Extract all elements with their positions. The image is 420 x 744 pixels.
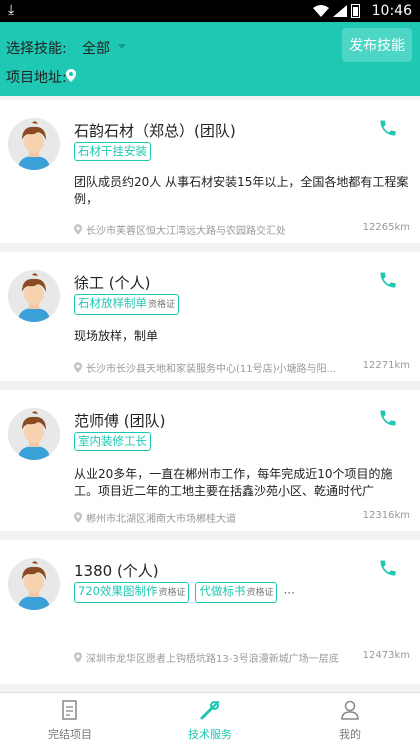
publish-skill-button[interactable]: 发布技能	[342, 28, 412, 62]
skill-tag: 石材干挂安装	[74, 142, 151, 161]
avatar-icon	[8, 408, 60, 460]
provider-name: 石韵石材（郑总）(团队)	[74, 122, 236, 140]
phone-icon[interactable]	[378, 408, 398, 432]
skill-tag: 室内装修工长	[74, 432, 151, 451]
location-pin-icon	[74, 512, 82, 523]
phone-icon[interactable]	[378, 558, 398, 582]
provider-distance: 12473km	[362, 650, 410, 661]
tab-label: 我的	[339, 728, 361, 741]
wifi-icon	[313, 5, 329, 17]
location-pin-icon[interactable]	[66, 69, 76, 82]
tab-label: 完结项目	[48, 728, 92, 741]
avatar-icon	[8, 270, 60, 322]
provider-name: 范师傅 (团队)	[74, 412, 166, 430]
chevron-down-icon[interactable]	[118, 44, 126, 49]
avatar	[8, 118, 60, 170]
phone-icon[interactable]	[378, 118, 398, 142]
tools-icon	[200, 700, 220, 720]
more-tags-indicator: ···	[283, 585, 295, 600]
provider-card[interactable]: 范师傅 (团队) 室内装修工长 从业20多年，一直在郴州市工作，每年完成近10个…	[0, 390, 420, 531]
cert-label: 资格证	[148, 300, 176, 310]
address-label: 项目地址:	[6, 70, 67, 86]
status-icons	[313, 4, 360, 18]
tab-completed-projects[interactable]: 完结项目	[0, 693, 140, 744]
provider-card[interactable]: 徐工 (个人) 石材放样制单资格证 现场放样，制单 长沙市长沙县天地和家装服务中…	[0, 252, 420, 381]
skill-label: 选择技能:	[6, 41, 67, 57]
provider-description: 现场放样，制单	[74, 329, 159, 343]
provider-distance: 12265km	[362, 222, 410, 233]
status-bar: ⤓ 10:46	[0, 0, 420, 22]
provider-location: 深圳市龙华区愿者上钩梧坑路13-3号浪漫新城广场一层底	[74, 650, 354, 665]
cert-label: 资格证	[246, 588, 274, 598]
tab-tech-services[interactable]: 技术服务	[140, 693, 280, 744]
location-pin-icon	[74, 652, 82, 663]
location-pin-icon	[74, 224, 82, 235]
phone-icon[interactable]	[378, 270, 398, 294]
document-icon	[62, 700, 77, 720]
battery-icon	[351, 4, 360, 18]
provider-card[interactable]: 石韵石材（郑总）(团队) 石材干挂安装 团队成员约20人 从事石材安装15年以上…	[0, 100, 420, 243]
skill-tag: 720效果图制作资格证	[74, 582, 190, 603]
provider-distance: 12316km	[362, 510, 410, 521]
person-icon	[341, 700, 359, 720]
skill-dropdown[interactable]: 全部	[82, 38, 110, 58]
signal-icon	[333, 5, 347, 17]
avatar	[8, 408, 60, 460]
skill-tags: 720效果图制作资格证 代做标书资格证 ···	[74, 582, 295, 603]
provider-location: 长沙市长沙县天地和家装服务中心(11号店)小塘路与阳...	[74, 360, 354, 375]
avatar-icon	[8, 118, 60, 170]
provider-description: 从业20多年，一直在郴州市工作，每年完成近10个项目的施工。项目近二年的工地主要…	[74, 467, 393, 498]
provider-distance: 12271km	[362, 360, 410, 371]
skill-tags: 石材放样制单资格证	[74, 294, 180, 315]
avatar-icon	[8, 558, 60, 610]
skill-tags: 室内装修工长	[74, 432, 151, 451]
provider-name: 1380 (个人)	[74, 562, 159, 580]
bottom-tab-bar: 完结项目 技术服务 我的	[0, 692, 420, 744]
skill-tag: 代做标书资格证	[195, 582, 278, 603]
tab-mine[interactable]: 我的	[280, 693, 420, 744]
provider-description: 团队成员约20人 从事石材安装15年以上，全国各地都有工程案例，	[74, 175, 409, 206]
location-pin-icon	[74, 362, 82, 373]
skill-tag: 石材放样制单资格证	[74, 294, 180, 315]
filter-header: 选择技能: 全部 发布技能 项目地址:	[0, 22, 420, 96]
avatar	[8, 270, 60, 322]
status-time: 10:46	[371, 3, 412, 19]
skill-tags: 石材干挂安装	[74, 142, 151, 161]
provider-location: 郴州市北湖区湘南大市场郴桂大道	[74, 510, 354, 525]
download-icon: ⤓	[8, 2, 15, 18]
avatar	[8, 558, 60, 610]
tab-label: 技术服务	[188, 728, 232, 741]
cert-label: 资格证	[158, 588, 186, 598]
provider-name: 徐工 (个人)	[74, 274, 151, 292]
provider-card[interactable]: 1380 (个人) 720效果图制作资格证 代做标书资格证 ··· 深圳市龙华区愿者…	[0, 540, 420, 684]
provider-location: 长沙市芙蓉区恒大江湾远大路与农园路交汇处	[74, 222, 354, 237]
